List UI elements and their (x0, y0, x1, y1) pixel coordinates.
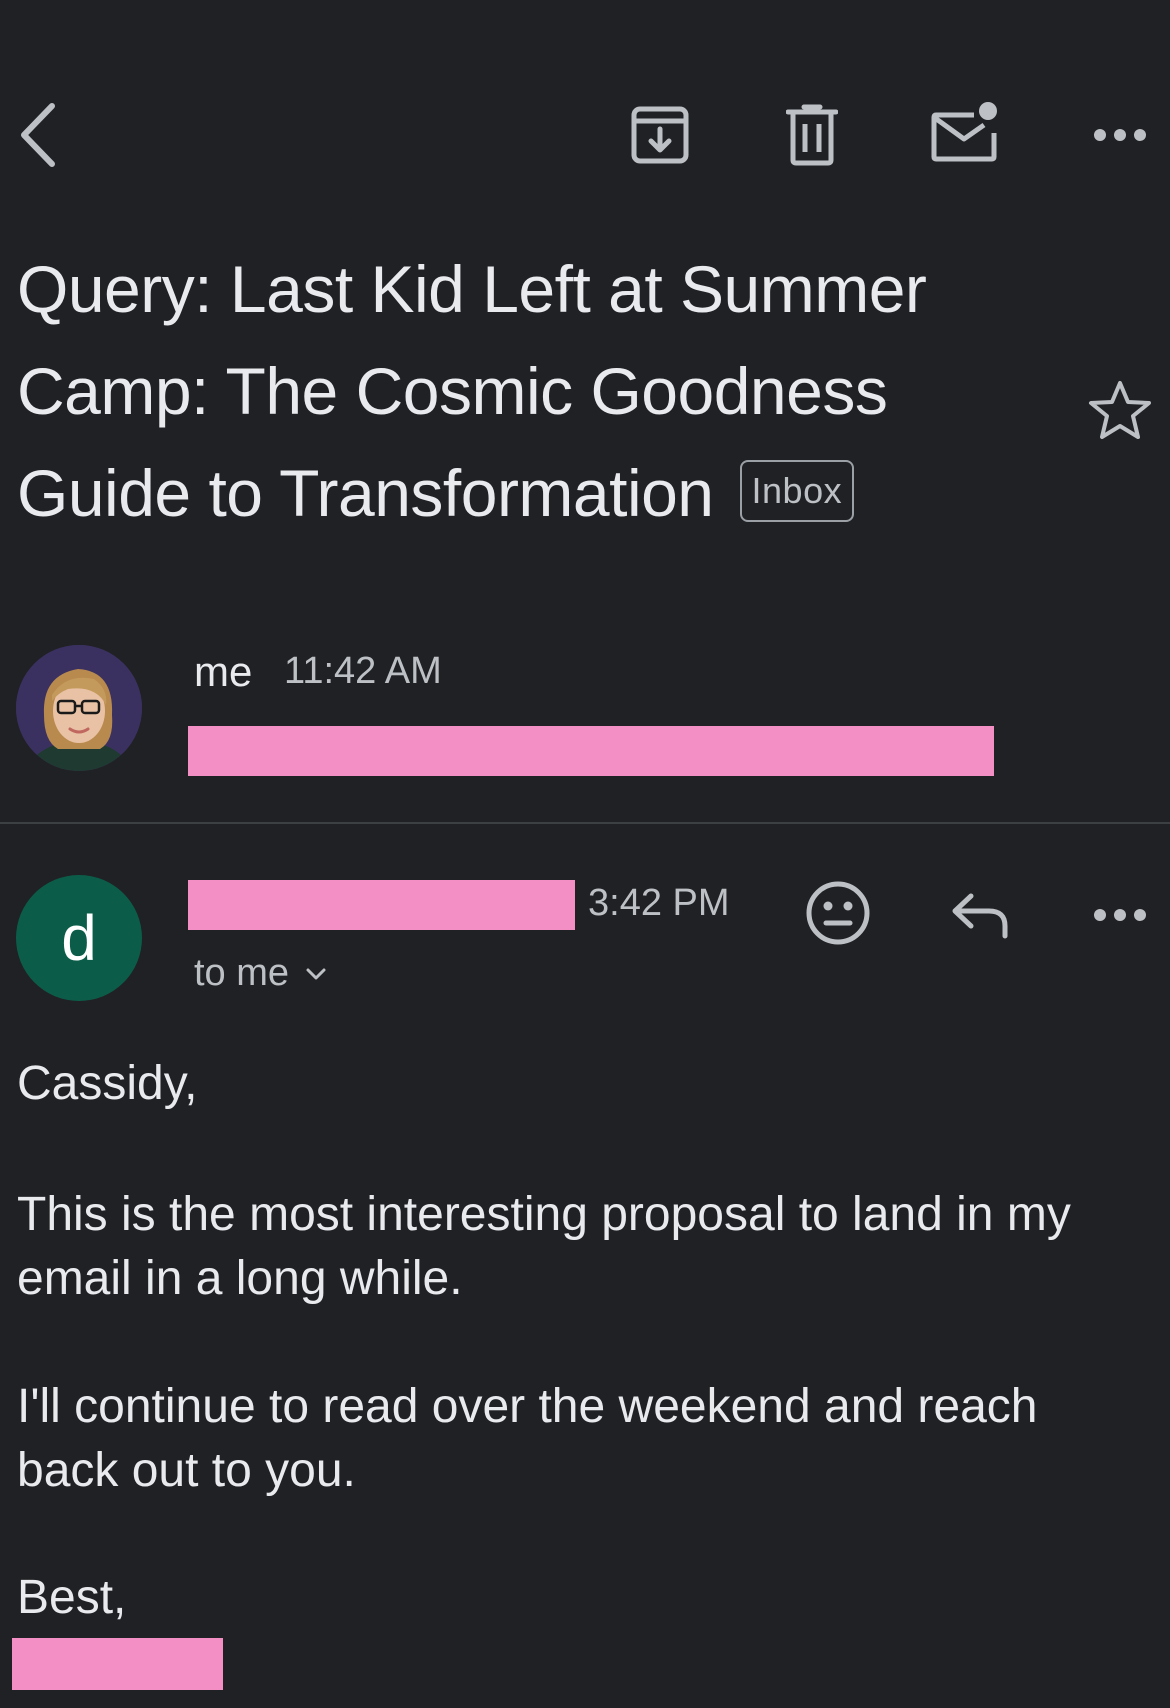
subject-line-1: Query: Last Kid Left at Summer (17, 252, 927, 326)
email-subject: Query: Last Kid Left at Summer Camp: The… (17, 238, 1047, 544)
inbox-label-chip[interactable]: Inbox (739, 459, 855, 522)
more-horizontal-icon (1094, 909, 1146, 921)
avatar-sender: d (16, 875, 142, 1001)
back-button[interactable] (8, 100, 68, 170)
star-button[interactable] (1082, 372, 1158, 448)
archive-button[interactable] (628, 100, 692, 170)
mark-unread-button[interactable] (928, 95, 1004, 170)
more-horizontal-icon (1094, 129, 1146, 141)
avatar-me (16, 645, 142, 771)
star-outline-icon (1089, 381, 1151, 439)
mark-unread-icon (931, 101, 997, 161)
body-paragraph-2: I'll continue to read over the weekend a… (17, 1380, 1038, 1497)
redacted-sender-name (188, 880, 575, 930)
reply-icon (952, 893, 1008, 939)
add-reaction-button[interactable] (800, 875, 876, 951)
redacted-snippet (188, 726, 994, 776)
emoji-reaction-icon (806, 881, 870, 945)
body-paragraph-1: This is the most interesting proposal to… (17, 1188, 1071, 1305)
message-1-sender: me (194, 648, 253, 695)
subject-line-3-text: Guide to Transformation (17, 456, 714, 530)
recipient-details-toggle[interactable]: to me (194, 952, 327, 995)
message-divider (0, 822, 1170, 824)
archive-icon (631, 106, 689, 164)
delete-button[interactable] (780, 100, 844, 170)
redacted-signature (12, 1638, 223, 1690)
subject-line-3: Guide to Transformation Inbox (17, 442, 1047, 544)
chevron-left-icon (21, 103, 55, 167)
subject-line-2: Camp: The Cosmic Goodness (17, 354, 888, 428)
chevron-down-icon (306, 968, 326, 979)
body-greeting: Cassidy, (17, 1057, 198, 1110)
reply-button[interactable] (945, 880, 1015, 950)
trash-icon (786, 104, 838, 166)
message-2-time: 3:42 PM (588, 882, 730, 924)
more-options-button[interactable] (1088, 115, 1152, 155)
body-signoff: Best, (17, 1571, 127, 1624)
profile-photo (16, 645, 142, 771)
message-1-time: 11:42 AM (284, 650, 442, 692)
message-more-button[interactable] (1088, 895, 1152, 935)
recipient-label: to me (194, 952, 290, 994)
